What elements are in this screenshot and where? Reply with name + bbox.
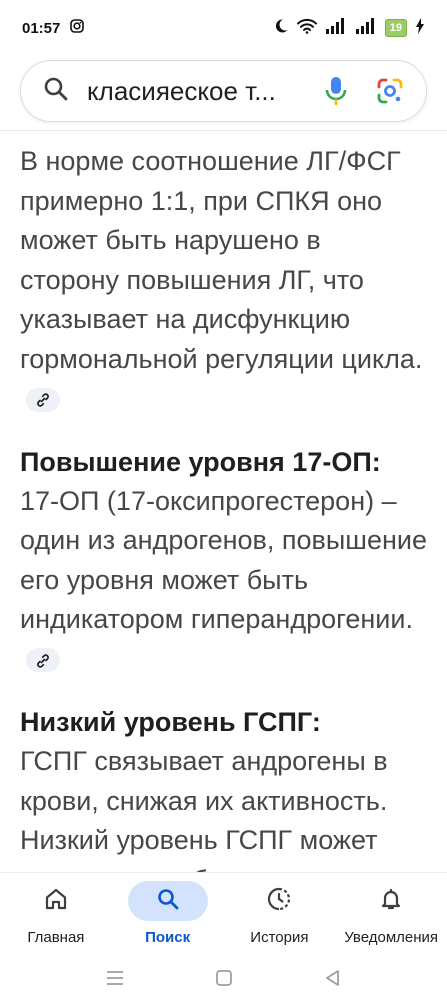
search-icon bbox=[156, 887, 180, 915]
nav-pill bbox=[16, 881, 96, 921]
paragraph-text: В норме соотношение ЛГ/ФСГ примерно 1:1,… bbox=[20, 146, 423, 374]
system-navigation-bar bbox=[0, 960, 447, 1000]
nav-history[interactable]: История bbox=[224, 873, 336, 961]
link-icon bbox=[35, 641, 51, 681]
nav-home[interactable]: Главная bbox=[0, 873, 112, 961]
battery-indicator: 19 bbox=[384, 19, 407, 37]
nav-notifications[interactable]: Уведомления bbox=[335, 873, 447, 961]
microphone-icon[interactable] bbox=[316, 71, 356, 111]
source-link-chip[interactable] bbox=[26, 387, 60, 412]
paragraph-block: В норме соотношение ЛГ/ФСГ примерно 1:1,… bbox=[20, 142, 427, 419]
back-icon[interactable] bbox=[324, 969, 342, 992]
nav-pill bbox=[351, 881, 431, 921]
menu-icon[interactable] bbox=[105, 970, 125, 991]
search-input[interactable]: класияеское т... bbox=[87, 76, 316, 107]
nav-search[interactable]: Поиск bbox=[112, 873, 224, 961]
paragraph: ГСПГ связывает андрогены в крови, снижая… bbox=[20, 746, 388, 872]
instagram-icon bbox=[70, 19, 85, 37]
status-time: 01:57 bbox=[22, 19, 61, 37]
history-icon bbox=[266, 886, 292, 916]
nav-label: Уведомления bbox=[344, 929, 439, 946]
answer-content: В норме соотношение ЛГ/ФСГ примерно 1:1,… bbox=[0, 130, 447, 872]
wifi-icon bbox=[296, 18, 317, 38]
nav-pill bbox=[239, 881, 319, 921]
search-box[interactable]: класияеское т... bbox=[20, 60, 427, 122]
nav-label: Главная bbox=[27, 929, 85, 946]
home-square-icon[interactable] bbox=[215, 969, 233, 992]
link-icon bbox=[35, 380, 51, 420]
home-icon bbox=[44, 887, 68, 915]
bottom-navigation: Главная Поиск История Уведомления bbox=[0, 872, 447, 961]
bell-icon bbox=[379, 887, 403, 915]
signal-icon-2 bbox=[355, 18, 377, 38]
moon-icon bbox=[273, 18, 289, 38]
status-left: 01:57 bbox=[22, 19, 85, 37]
status-right: 19 bbox=[273, 18, 425, 38]
section-block: Повышение уровня 17-ОП: 17-ОП (17-оксипр… bbox=[20, 443, 427, 680]
signal-icon bbox=[325, 18, 347, 38]
section-heading: Низкий уровень ГСПГ: bbox=[20, 707, 321, 737]
status-bar: 01:57 19 bbox=[0, 0, 447, 56]
nav-pill bbox=[127, 881, 208, 921]
charging-icon bbox=[415, 18, 425, 38]
section-heading: Повышение уровня 17-ОП: bbox=[20, 446, 381, 477]
search-icon bbox=[43, 76, 69, 107]
paragraph: В норме соотношение ЛГ/ФСГ примерно 1:1,… bbox=[20, 142, 427, 419]
nav-label: История bbox=[250, 929, 309, 946]
section-block: Низкий уровень ГСПГ: ГСПГ связывает андр… bbox=[20, 703, 427, 872]
nav-label: Поиск bbox=[145, 929, 191, 946]
paragraph-text: 17-ОП (17-оксипрогестерон) – один из анд… bbox=[20, 485, 427, 635]
google-lens-icon[interactable] bbox=[370, 71, 410, 111]
paragraph: 17-ОП (17-оксипрогестерон) – один из анд… bbox=[20, 482, 427, 680]
search-bar: класияеское т... bbox=[20, 60, 427, 122]
source-link-chip[interactable] bbox=[26, 648, 60, 673]
